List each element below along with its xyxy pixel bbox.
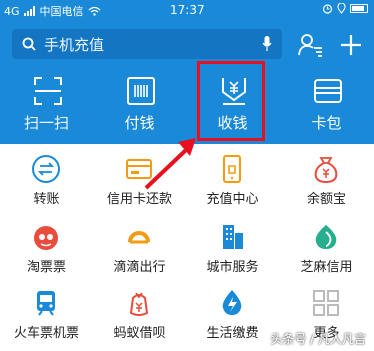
search-placeholder: 手机充值 — [44, 35, 105, 54]
barcode-icon — [127, 77, 155, 105]
app-header: 手机充值 — [0, 20, 374, 70]
microphone-icon[interactable] — [262, 36, 272, 52]
credit-card-icon — [126, 159, 152, 179]
service-yuebao[interactable]: 余额宝 — [280, 150, 373, 218]
more-grid-icon — [313, 290, 339, 316]
city-building-icon — [223, 225, 243, 249]
quick-action-label: 扫一扫 — [23, 114, 69, 132]
watermark-text: 头条号 / 凡人凡言 — [270, 332, 366, 346]
wifi-icon — [88, 6, 100, 16]
service-label: 信用卡还款 — [106, 192, 172, 207]
sesame-credit-icon — [315, 225, 337, 249]
money-bag-icon — [314, 157, 338, 184]
service-sesame[interactable]: 芝麻信用 — [280, 218, 373, 286]
wallet-icon — [314, 79, 342, 103]
service-didi[interactable]: 滴滴出行 — [93, 218, 186, 286]
service-recharge[interactable]: 充值中心 — [186, 150, 279, 218]
service-label: 充值中心 — [206, 192, 259, 207]
phone-recharge-icon — [223, 155, 241, 183]
ant-loan-icon — [129, 292, 149, 316]
service-train[interactable]: 火车票机票 — [0, 284, 93, 351]
service-label: 火车票机票 — [13, 326, 79, 341]
carrier-name: 中国电信 — [39, 5, 84, 18]
service-taopiaopiao[interactable]: 淘票票 — [0, 218, 93, 286]
signal-strength-text: 4G — [4, 4, 20, 18]
service-ant-loan[interactable]: 蚂蚁借呗 — [93, 284, 186, 351]
battery-icon — [350, 4, 368, 13]
contacts-icon[interactable] — [297, 32, 323, 58]
scan-icon — [34, 77, 62, 105]
service-label: 芝麻信用 — [300, 260, 353, 275]
highlight-box — [197, 61, 265, 141]
service-credit-card[interactable]: 信用卡还款 — [93, 150, 186, 218]
location-icon — [337, 3, 346, 14]
add-icon[interactable] — [338, 32, 364, 58]
search-bar[interactable]: 手机充值 — [12, 29, 282, 59]
service-label: 蚂蚁借呗 — [113, 326, 166, 341]
service-transfer[interactable]: 转账 — [0, 150, 93, 218]
transfer-icon — [32, 155, 60, 183]
service-utilities[interactable]: 生活缴费 — [186, 284, 279, 351]
service-label: 淘票票 — [26, 260, 66, 275]
signal-bars-icon — [23, 6, 35, 16]
service-label: 余额宝 — [306, 192, 346, 207]
service-label: 转账 — [33, 192, 60, 207]
quick-action-label: 付钱 — [124, 114, 155, 132]
quick-action-pay[interactable]: 付钱 — [93, 70, 186, 144]
quick-actions-bar: 扫一扫 付钱 收钱 卡包 — [0, 70, 374, 144]
quick-action-scan[interactable]: 扫一扫 — [0, 70, 93, 144]
search-icon — [22, 37, 36, 51]
service-label: 滴滴出行 — [113, 260, 166, 275]
quick-action-label: 卡包 — [311, 114, 342, 132]
service-city[interactable]: 城市服务 — [186, 218, 279, 286]
service-label: 城市服务 — [206, 260, 259, 275]
quick-action-card-wallet[interactable]: 卡包 — [280, 70, 373, 144]
train-icon — [37, 291, 55, 316]
status-time: 17:37 — [170, 3, 205, 17]
movie-ticket-icon — [34, 226, 58, 250]
service-label: 生活缴费 — [206, 326, 259, 341]
utility-icon — [222, 290, 242, 315]
alarm-icon — [322, 4, 333, 14]
didi-icon — [128, 231, 150, 244]
status-bar: 4G 中国电信 17:37 — [0, 0, 374, 20]
